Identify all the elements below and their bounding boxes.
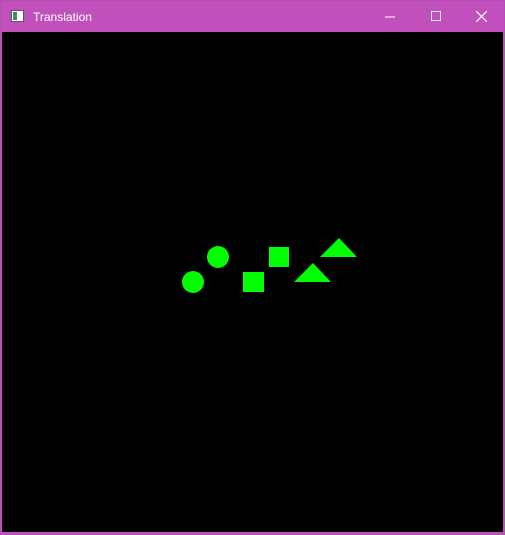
triangle-shape: [320, 238, 357, 257]
square-shape: [269, 247, 289, 267]
maximize-button[interactable]: [413, 1, 459, 32]
circle-shape: [182, 271, 204, 293]
app-window: Translation: [0, 0, 505, 535]
window-title: Translation: [33, 10, 92, 24]
app-icon: [11, 10, 24, 22]
title-bar[interactable]: Translation: [1, 1, 504, 32]
minimize-icon: [385, 16, 395, 18]
maximize-icon: [431, 11, 441, 21]
render-canvas[interactable]: [2, 32, 503, 532]
square-shape: [243, 272, 264, 292]
close-button[interactable]: [458, 1, 504, 32]
minimize-button[interactable]: [367, 1, 413, 32]
circle-shape: [207, 246, 229, 268]
scene-svg: [182, 238, 357, 293]
close-icon: [476, 11, 487, 22]
triangle-shape: [294, 263, 331, 282]
